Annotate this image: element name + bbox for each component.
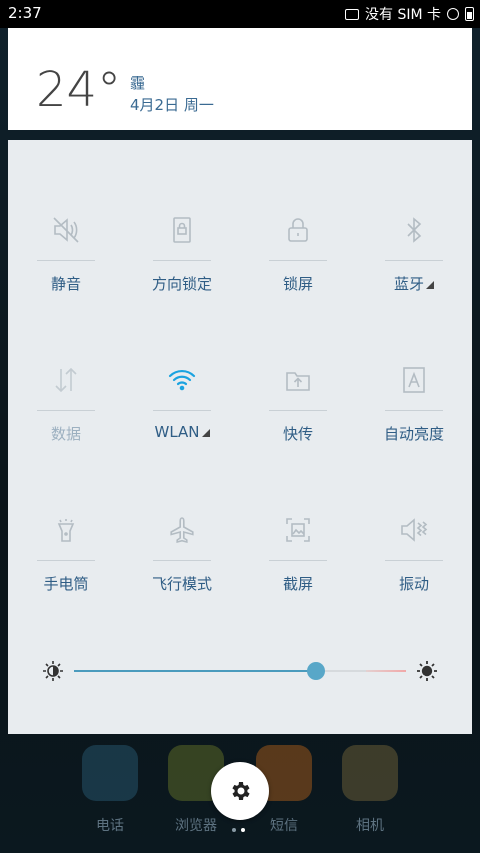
brightness-track-end (366, 670, 406, 672)
tile-bluetooth[interactable]: 蓝牙 (356, 210, 472, 310)
date: 4月2日 周一 (130, 96, 214, 114)
airplane-icon (170, 517, 194, 544)
sync-icon (447, 8, 459, 20)
quick-transfer-icon (286, 372, 310, 391)
no-sim-icon (345, 8, 359, 20)
tile-auto-brightness[interactable]: 自动亮度 (356, 360, 472, 460)
settings-button[interactable] (211, 762, 269, 820)
dock-app-label: 浏览器 (175, 818, 217, 834)
camera-app-icon (342, 745, 398, 801)
dock-app-label: 相机 (356, 818, 384, 834)
weather-widget[interactable]: 24° 霾 4月2日 周一 (8, 28, 472, 130)
tile-orientation-lock[interactable]: 方向锁定 (124, 210, 240, 310)
phone-app-icon (82, 745, 138, 801)
brightness-fill (74, 670, 317, 672)
dock-app-label: 短信 (270, 818, 298, 834)
brightness-low-icon (43, 661, 63, 681)
dock-app-camera: 相机 (340, 745, 400, 835)
page-indicator (232, 828, 245, 832)
tile-flashlight[interactable]: 手电筒 (8, 510, 124, 610)
battery-icon (465, 7, 474, 21)
dropdown-indicator-icon[interactable] (201, 429, 210, 437)
tile-mute[interactable]: 静音 (8, 210, 124, 310)
weather-condition: 霾 (130, 74, 146, 92)
wifi-icon (168, 369, 196, 391)
status-time: 2:37 (8, 4, 42, 22)
screenshot-icon (286, 518, 310, 542)
tile-airplane-mode[interactable]: 飞行模式 (124, 510, 240, 610)
dock-app-label: 电话 (96, 818, 124, 834)
lock-screen-icon (288, 218, 308, 242)
tile-label: 振动 (398, 575, 429, 593)
flashlight-icon (57, 519, 75, 542)
orientation-lock-icon (173, 217, 191, 243)
mute-icon (53, 217, 79, 243)
tile-label: 静音 (50, 275, 81, 293)
quick-settings-panel: 静音 方向锁定 锁屏 蓝牙 数据 WLAN 快传 自动亮度 手电筒 飞行模式 截… (8, 140, 472, 734)
sim-status-text: 没有 SIM 卡 (365, 7, 441, 23)
tile-label: 锁屏 (282, 275, 313, 293)
page-dot-active (241, 828, 245, 832)
tile-lock-screen[interactable]: 锁屏 (240, 210, 356, 310)
tile-label: 自动亮度 (383, 425, 444, 443)
tile-label: 方向锁定 (151, 275, 212, 293)
auto-brightness-icon (403, 367, 425, 393)
tile-label: 手电筒 (43, 575, 89, 593)
tile-label: 飞行模式 (151, 575, 212, 593)
page-dot (232, 828, 236, 832)
vibrate-icon (401, 518, 428, 542)
brightness-high-icon (417, 661, 437, 681)
tile-label: WLAN (154, 423, 200, 441)
brightness-slider[interactable] (8, 660, 472, 684)
brightness-thumb[interactable] (307, 662, 326, 680)
status-bar: 2:37 没有 SIM 卡 (0, 0, 480, 28)
bluetooth-icon (407, 217, 422, 243)
brightness-track[interactable] (74, 662, 406, 680)
tile-label: 数据 (50, 425, 81, 443)
tile-wlan[interactable]: WLAN (124, 360, 240, 460)
tile-screenshot[interactable]: 截屏 (240, 510, 356, 610)
mobile-data-icon (55, 367, 77, 393)
dropdown-indicator-icon[interactable] (426, 281, 434, 289)
tile-quick-transfer[interactable]: 快传 (240, 360, 356, 460)
tile-mobile-data[interactable]: 数据 (8, 360, 124, 460)
temperature: 24° (36, 62, 122, 118)
tile-label: 蓝牙 (393, 275, 424, 293)
dock-app-phone: 电话 (80, 745, 140, 835)
gear-icon (232, 782, 250, 800)
tile-vibrate[interactable]: 振动 (356, 510, 472, 610)
tile-label: 快传 (282, 425, 313, 443)
tile-label: 截屏 (282, 575, 313, 593)
